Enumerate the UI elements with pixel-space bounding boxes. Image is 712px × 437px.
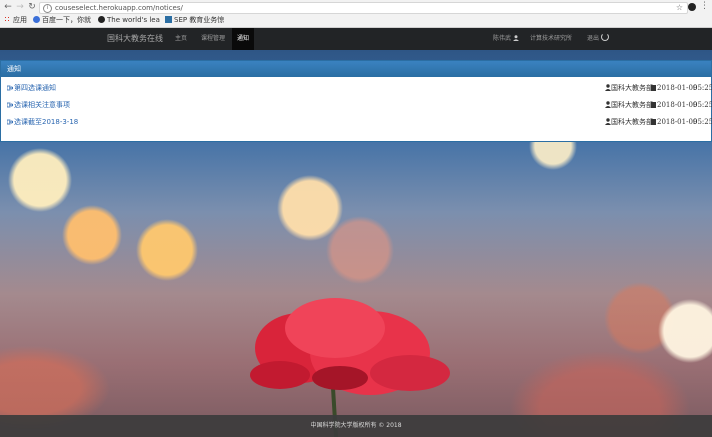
notice-link[interactable]: 选课截至2018-3-18 [7, 117, 78, 127]
date-value: 2018-01-09 [657, 101, 698, 109]
notice-author: 国科大教务部 [605, 117, 653, 127]
calendar-icon [651, 85, 656, 91]
calendar-icon [651, 102, 656, 108]
baidu-paw-icon [33, 16, 40, 23]
notice-author: 国科大教务部 [605, 100, 653, 110]
panel-title: 通知 [1, 61, 711, 77]
notice-time: 05:25 [693, 101, 712, 109]
notice-date: 2018-01-09 [651, 83, 697, 93]
bookmark-github[interactable]: The world's lea [98, 15, 160, 26]
address-row: ← → ↻ i couseselect.herokuapp.com/notice… [0, 0, 712, 14]
calendar-icon [651, 119, 656, 125]
user-name: 陈伟武 [493, 35, 512, 42]
nav-institute[interactable]: 计算技术研究所 [530, 28, 572, 50]
nav-home[interactable]: 主页 [175, 28, 187, 50]
share-icon [7, 85, 13, 91]
forward-icon[interactable]: → [15, 2, 25, 12]
bookmark-apps[interactable]: 应用 [4, 15, 27, 26]
bookmark-label: SEP 教育业务惊 [174, 16, 225, 24]
bookmark-label: 应用 [13, 16, 27, 24]
url-text: couseselect.herokuapp.com/notices/ [55, 4, 183, 12]
menu-icon[interactable]: ⋮ [700, 1, 709, 11]
address-bar[interactable]: i couseselect.herokuapp.com/notices/ ☆ [39, 2, 688, 14]
nav-notices[interactable]: 通知 [232, 28, 255, 50]
notice-date: 2018-01-09 [651, 117, 697, 127]
notice-link[interactable]: 选课相关注意事项 [7, 100, 70, 110]
notice-author: 国科大教务部 [605, 83, 653, 93]
notice-title: 选课相关注意事项 [14, 101, 70, 109]
notice-row: 选课相关注意事项 国科大教务部 2018-01-09 05:25 [1, 100, 712, 110]
reload-icon[interactable]: ↻ [27, 2, 37, 12]
extension-icon[interactable] [688, 3, 696, 11]
user-icon [512, 35, 519, 41]
navbar: 国科大教务在线 主页 课程管理 通知 陈伟武 计算技术研究所 退出 [0, 28, 712, 50]
bookmark-sep[interactable]: SEP 教育业务惊 [165, 15, 224, 26]
author-name: 国科大教务部 [611, 118, 653, 126]
share-icon [7, 119, 13, 125]
notice-title: 第四选课通知 [14, 84, 56, 92]
back-icon[interactable]: ← [3, 2, 13, 12]
browser-chrome: ← → ↻ i couseselect.herokuapp.com/notice… [0, 0, 712, 28]
bookmark-label: The world's lea [107, 16, 160, 24]
author-name: 国科大教务部 [611, 101, 653, 109]
power-icon [601, 33, 610, 41]
page-background: 国科大教务在线 主页 课程管理 通知 陈伟武 计算技术研究所 退出 通知 第四选… [0, 28, 712, 437]
bookmarks-bar: 应用 百度一下，你就 The world's lea SEP 教育业务惊 [0, 15, 712, 26]
notice-time: 05:25 [693, 84, 712, 92]
notice-row: 第四选课通知 国科大教务部 2018-01-09 05:25 [1, 83, 712, 93]
nav-user[interactable]: 陈伟武 [493, 28, 519, 50]
nav-course-management[interactable]: 课程管理 [201, 28, 225, 50]
notice-row: 选课截至2018-3-18 国科大教务部 2018-01-09 05:25 [1, 117, 712, 127]
bookmark-baidu[interactable]: 百度一下，你就 [33, 15, 91, 26]
bookmark-label: 百度一下，你就 [42, 16, 91, 24]
footer: 中国科学院大学版权所有 © 2018 [0, 415, 712, 437]
logout-label: 退出 [587, 35, 600, 42]
info-icon[interactable]: i [43, 4, 52, 13]
star-icon[interactable]: ☆ [676, 3, 683, 13]
notice-title: 选课截至2018-3-18 [14, 118, 79, 126]
notice-link[interactable]: 第四选课通知 [7, 83, 56, 93]
date-value: 2018-01-09 [657, 84, 698, 92]
brand-link[interactable]: 国科大教务在线 [107, 28, 163, 50]
date-value: 2018-01-09 [657, 118, 698, 126]
sep-icon [165, 16, 172, 23]
github-icon [98, 16, 105, 23]
notice-panel: 通知 第四选课通知 国科大教务部 2018-01-09 05:25 选课相关注意… [0, 60, 712, 142]
notice-date: 2018-01-09 [651, 100, 697, 110]
apps-icon [4, 16, 11, 23]
notice-time: 05:25 [693, 118, 712, 126]
nav-logout[interactable]: 退出 [587, 28, 610, 50]
author-name: 国科大教务部 [611, 84, 653, 92]
share-icon [7, 102, 13, 108]
